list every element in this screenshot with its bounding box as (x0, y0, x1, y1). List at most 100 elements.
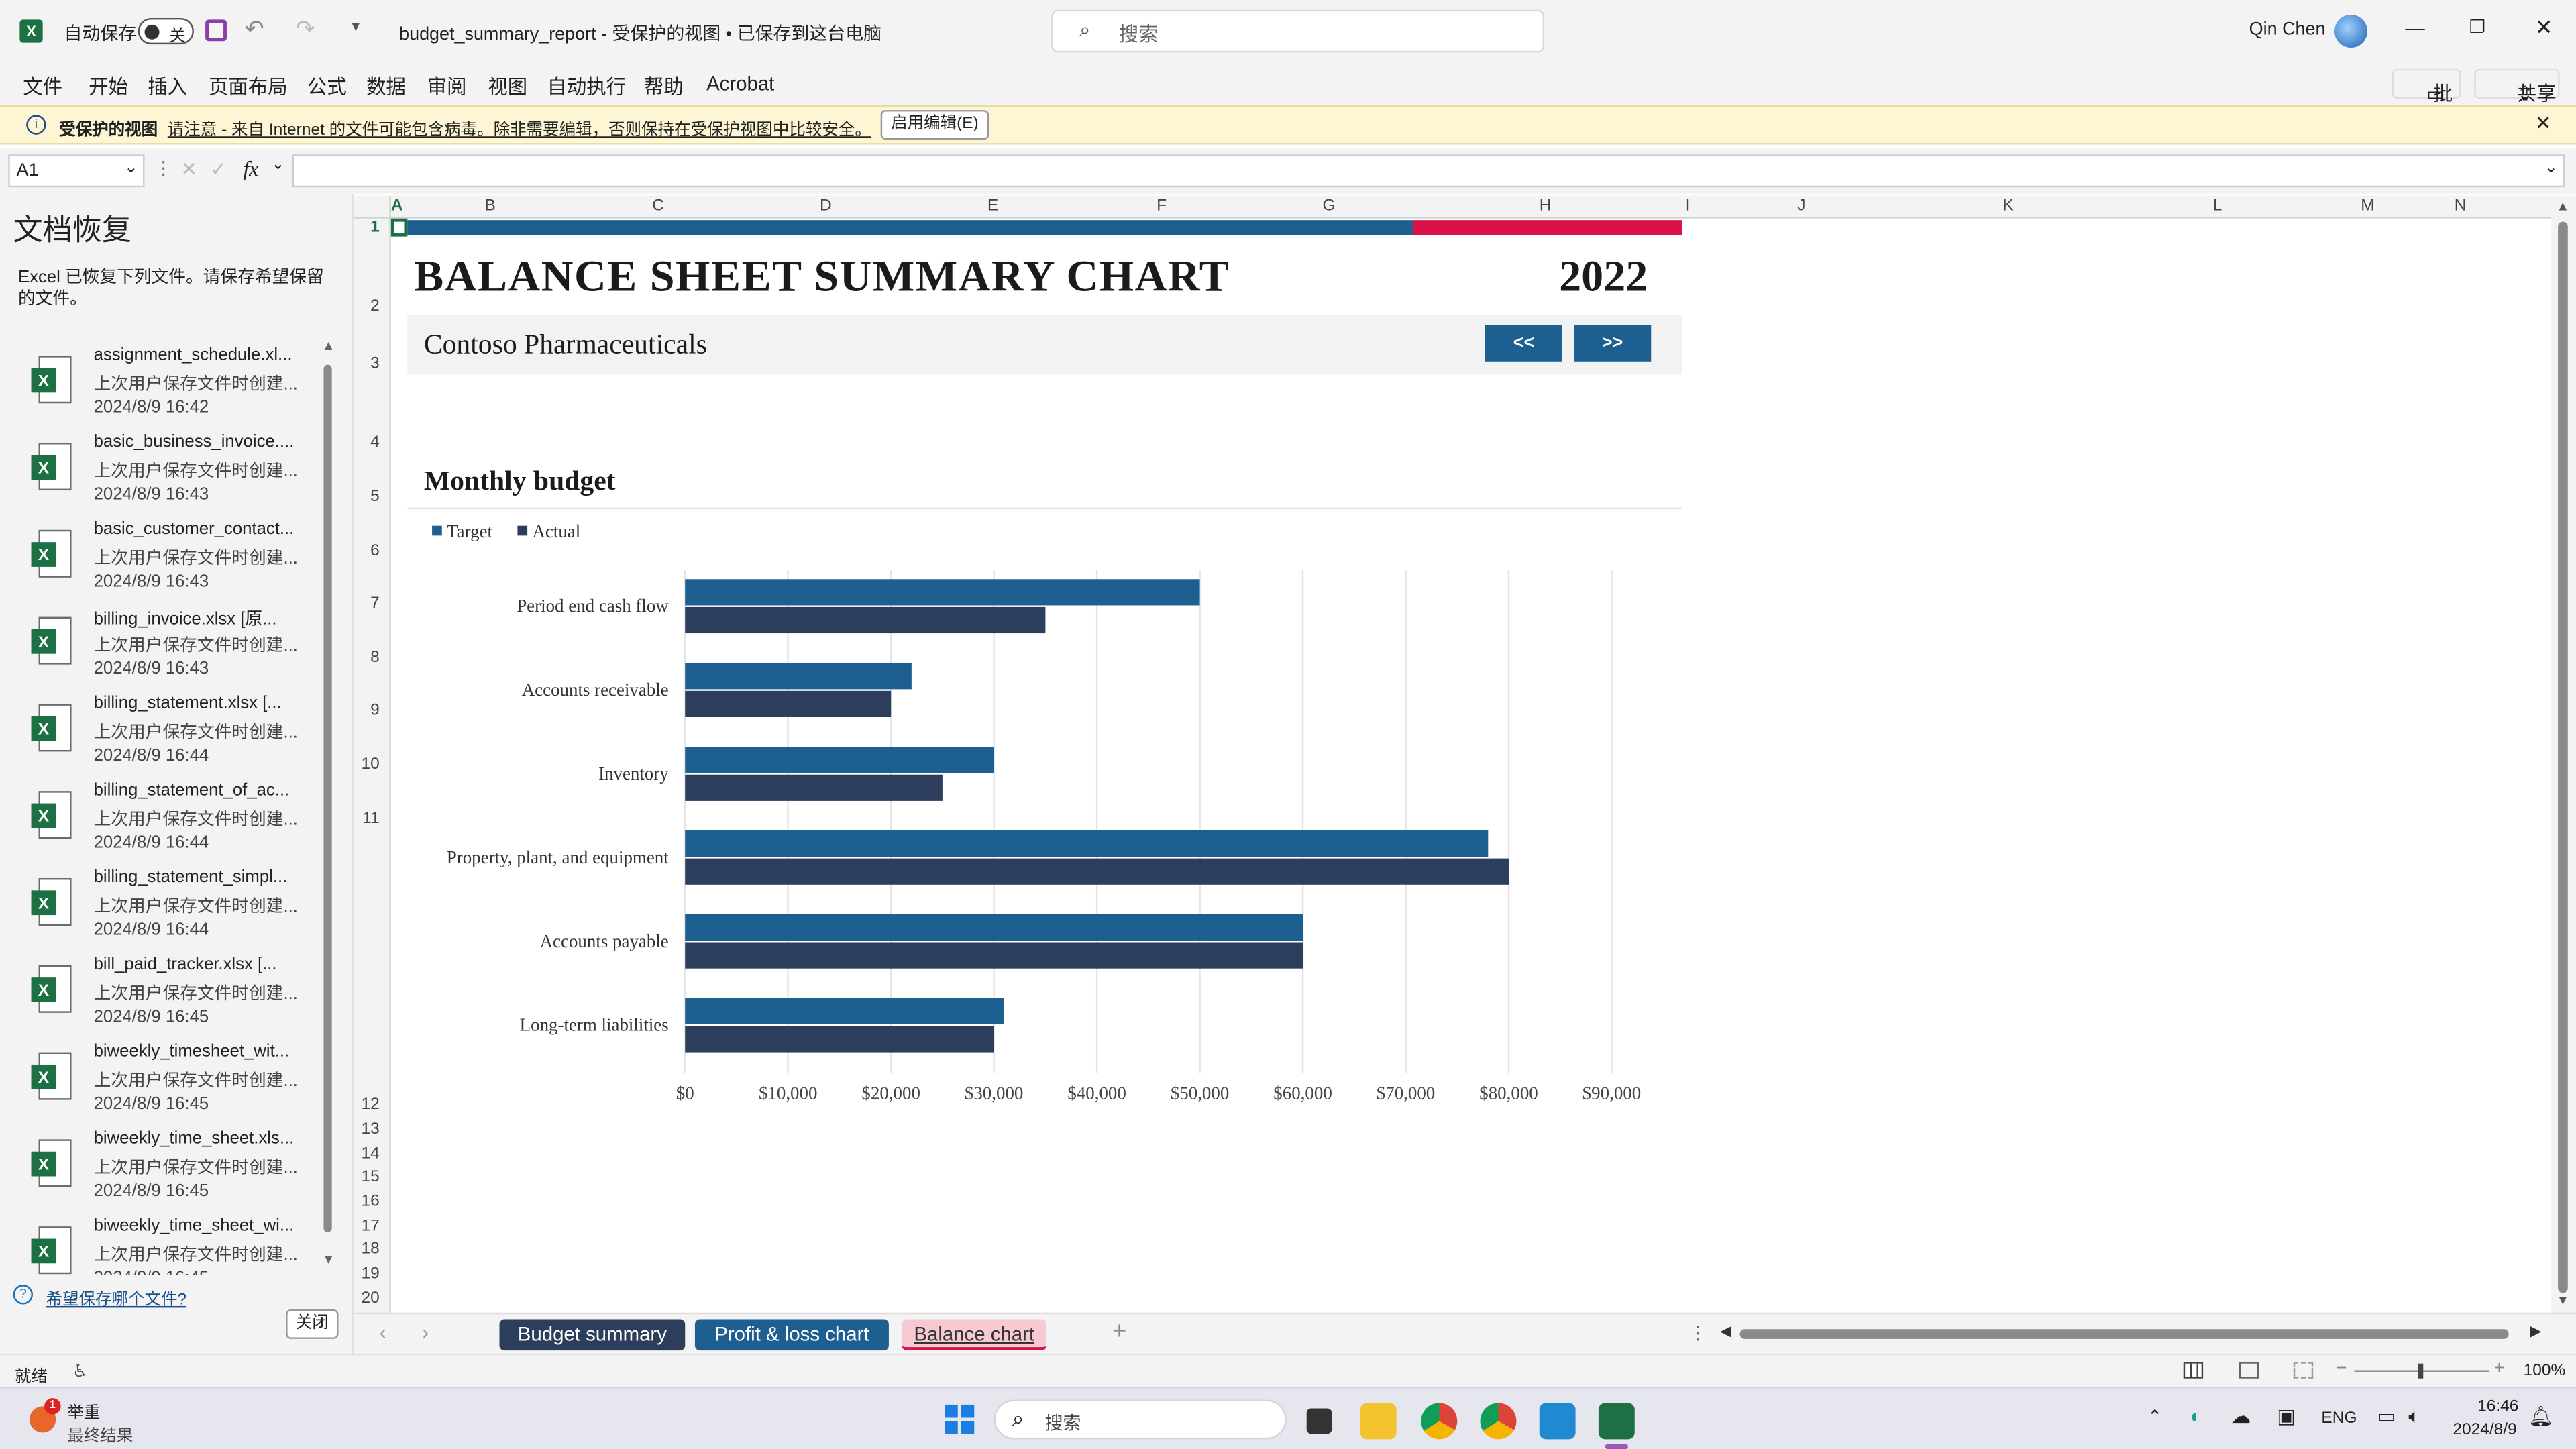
row-header[interactable]: 7 (370, 595, 380, 613)
vscode-icon[interactable] (1539, 1403, 1576, 1440)
customize-qat-icon[interactable]: ▾ (352, 18, 360, 36)
recovery-file-item[interactable]: X bill_paid_tracker.xlsx [... 上次用户保存文件时创… (0, 955, 321, 1040)
more-icon[interactable]: ⋮ (1689, 1322, 1707, 1344)
clock-time[interactable]: 16:46 (2477, 1398, 2518, 1416)
search-box[interactable]: ⌕ 搜索 (1051, 9, 1545, 53)
redo-icon[interactable]: ↷ (296, 15, 315, 43)
row-header[interactable]: 1 (370, 219, 380, 237)
chevron-down-icon[interactable]: ⌄ (863, 18, 877, 36)
horizontal-scrollbar[interactable]: ◀ ▶ (1720, 1322, 2542, 1344)
page-break-view-icon[interactable] (2293, 1362, 2314, 1379)
user-name[interactable]: Qin Chen (2249, 19, 2326, 39)
monthly-budget-chart[interactable]: Target Actual $0 $10,000 $20,000 $30,000 $40,0… (407, 515, 1682, 1106)
file-explorer-icon[interactable] (1360, 1403, 1397, 1440)
row-header[interactable]: 9 (370, 702, 380, 720)
file-title[interactable]: budget_summary_report - 受保护的视图 • 已保存到这台电… (399, 19, 881, 46)
recovery-file-item[interactable]: X billing_statement_of_ac... 上次用户保存文件时创建… (0, 780, 321, 865)
column-header[interactable]: N (2455, 197, 2467, 215)
vertical-scrollbar[interactable]: ▲ ▼ (2551, 195, 2576, 1313)
scroll-down-icon[interactable]: ▼ (322, 1252, 335, 1267)
tab-balance-chart[interactable]: Balance chart (902, 1319, 1047, 1351)
scroll-up-icon[interactable]: ▲ (322, 338, 335, 353)
clock-date[interactable]: 2024/8/9 (2453, 1421, 2516, 1439)
row-header[interactable]: 16 (361, 1193, 379, 1211)
normal-view-icon[interactable] (2183, 1362, 2204, 1379)
chevron-down-icon[interactable]: ⌄ (271, 156, 285, 174)
row-header[interactable]: 6 (370, 542, 380, 560)
column-header[interactable]: K (2002, 197, 2013, 215)
row-header[interactable]: 4 (370, 434, 380, 452)
restore-icon[interactable]: ❐ (2469, 16, 2485, 38)
enable-editing-button[interactable]: 启用编辑(E) (880, 110, 989, 140)
row-header[interactable]: 19 (361, 1265, 379, 1283)
menu-insert[interactable]: 插入 (148, 72, 187, 101)
recovery-file-item[interactable]: X basic_customer_contact... 上次用户保存文件时创建.… (0, 519, 321, 604)
name-box[interactable]: A1 ⌄ (8, 154, 145, 188)
volume-icon[interactable]: 🔈︎ (2408, 1405, 2420, 1430)
recovery-file-item[interactable]: X biweekly_time_sheet_wi... 上次用户保存文件时创建.… (0, 1216, 321, 1275)
tab-profit-loss-chart[interactable]: Profit & loss chart (694, 1319, 889, 1351)
recovery-file-item[interactable]: X billing_invoice.xlsx [原... 上次用户保存文件时创建… (0, 606, 321, 692)
autosave-toggle[interactable]: 关 (138, 17, 194, 46)
select-all-corner[interactable] (354, 195, 391, 217)
close-icon[interactable]: ✕ (2535, 15, 2553, 41)
start-icon[interactable] (945, 1404, 975, 1434)
share-button[interactable]: ⇪ 共享 ⌄ (2474, 68, 2560, 105)
menu-home[interactable]: 开始 (89, 72, 128, 101)
recovery-file-item[interactable]: X biweekly_timesheet_wit... 上次用户保存文件时创建.… (0, 1042, 321, 1127)
zoom-slider[interactable] (2354, 1363, 2489, 1379)
zoom-out-icon[interactable]: − (2336, 1358, 2347, 1378)
menu-data[interactable]: 数据 (366, 72, 406, 101)
tray-app-icon[interactable]: ▣ (2277, 1405, 2296, 1428)
recovery-file-item[interactable]: X biweekly_time_sheet.xls... 上次用户保存文件时创建… (0, 1128, 321, 1214)
edge-icon[interactable]: ◐ (2190, 1405, 2202, 1428)
recovery-file-item[interactable]: X basic_business_invoice.... 上次用户保存文件时创建… (0, 432, 321, 517)
column-header[interactable]: A (391, 197, 403, 215)
column-header[interactable]: C (652, 197, 664, 215)
scroll-up-icon[interactable]: ▲ (2557, 199, 2569, 213)
recovery-file-item[interactable]: X billing_statement.xlsx [... 上次用户保存文件时创… (0, 693, 321, 778)
menu-acrobat[interactable]: Acrobat (706, 72, 774, 95)
recovery-file-item[interactable]: X billing_statement_simpl... 上次用户保存文件时创建… (0, 867, 321, 953)
display-icon[interactable]: ▭ (2377, 1405, 2396, 1428)
chrome-icon[interactable] (1421, 1403, 1458, 1440)
menu-help[interactable]: 帮助 (644, 72, 684, 101)
menu-view[interactable]: 视图 (488, 72, 527, 101)
scroll-thumb[interactable] (2558, 221, 2568, 1293)
scroll-thumb[interactable] (323, 364, 332, 1232)
page-layout-view-icon[interactable] (2239, 1362, 2259, 1379)
row-header[interactable]: 5 (370, 488, 380, 506)
prev-sheet-button[interactable]: << (1485, 325, 1562, 362)
insert-function-button[interactable]: fx (243, 156, 258, 182)
scroll-down-icon[interactable]: ▼ (2557, 1293, 2569, 1307)
recovery-scrollbar[interactable]: ▲ ▼ (322, 338, 335, 1275)
comments-button[interactable]: ▭批注 (2392, 68, 2461, 131)
next-sheet-button[interactable]: >> (1574, 325, 1652, 362)
row-header[interactable]: 15 (361, 1168, 379, 1186)
tab-budget-summary[interactable]: Budget summary (499, 1319, 686, 1351)
minimize-icon[interactable]: — (2405, 16, 2424, 39)
more-icon[interactable]: ⋮ (154, 158, 172, 179)
column-header[interactable]: B (484, 197, 495, 215)
tab-scroll-left-icon[interactable]: ‹ (380, 1321, 386, 1344)
help-link[interactable]: 希望保存哪个文件? (46, 1285, 187, 1309)
menu-page-layout[interactable]: 页面布局 (209, 72, 288, 101)
row-header[interactable]: 10 (361, 756, 379, 774)
row-header[interactable]: 3 (370, 355, 380, 373)
accessibility-icon[interactable]: ♿ (72, 1360, 89, 1381)
row-header[interactable]: 14 (361, 1145, 379, 1163)
row-header[interactable]: 18 (361, 1240, 379, 1258)
scroll-left-icon[interactable]: ◀ (1720, 1322, 1731, 1340)
save-icon[interactable] (205, 19, 227, 42)
avatar[interactable] (2334, 15, 2368, 48)
zoom-in-icon[interactable]: + (2494, 1358, 2505, 1378)
row-header[interactable]: 8 (370, 649, 380, 667)
widget-title[interactable]: 举重 (67, 1398, 100, 1423)
menu-file[interactable]: 文件 (23, 72, 62, 101)
close-icon[interactable]: ✕ (2535, 112, 2552, 135)
column-header[interactable]: L (2213, 197, 2222, 215)
zoom-level[interactable]: 100% (2524, 1362, 2566, 1380)
row-header[interactable]: 20 (361, 1289, 379, 1307)
column-header[interactable]: F (1157, 197, 1167, 215)
task-view-icon[interactable] (1306, 1408, 1332, 1434)
